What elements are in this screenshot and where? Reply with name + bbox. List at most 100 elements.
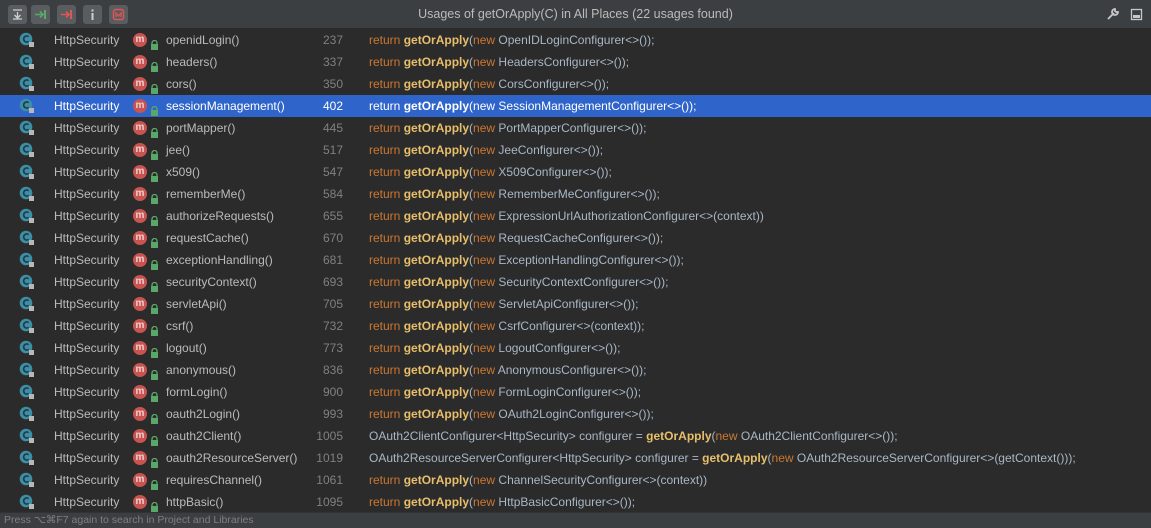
code-snippet: return getOrApply(new ChannelSecurityCon… [369, 473, 708, 487]
class-name: HttpSecurity [54, 275, 120, 289]
status-bar: Press ⌥⌘F7 again to search in Project an… [0, 512, 1151, 528]
usage-row[interactable]: HttpSecurity m csrf() 732 return getOrApply(… [0, 315, 1151, 337]
code-snippet: return getOrApply(new SessionManagementC… [369, 99, 697, 113]
usage-row[interactable]: HttpSecurity m authorizeRequests() 655 retur… [0, 205, 1151, 227]
method-icon: m [133, 77, 147, 91]
lock-icon [150, 409, 159, 424]
class-name: HttpSecurity [54, 165, 120, 179]
keyword-return: return [369, 55, 401, 69]
wrench-icon[interactable] [1105, 6, 1121, 22]
lock-icon [150, 431, 159, 446]
code-snippet: OAuth2ResourceServerConfigurer<HttpSecur… [369, 451, 1076, 465]
method-icon: m [133, 165, 147, 179]
keyword-new: new [473, 165, 496, 179]
keyword-new: new [473, 341, 496, 355]
usage-match: getOrApply [403, 187, 470, 201]
usage-row[interactable]: HttpSecurity m openidLogin() 237 return getO… [0, 29, 1151, 51]
usage-row[interactable]: HttpSecurity m jee() 517 return getOrApply(n… [0, 139, 1151, 161]
keyword-new: new [473, 363, 496, 377]
maximize-icon[interactable] [1128, 6, 1144, 22]
usage-match: getOrApply [403, 275, 470, 289]
method-name: x509() [166, 165, 201, 179]
usage-row[interactable]: HttpSecurity m securityContext() 693 return … [0, 271, 1151, 293]
keyword-new: new [473, 385, 496, 399]
usage-match: getOrApply [403, 495, 470, 509]
class-icon [19, 428, 35, 444]
usage-match: getOrApply [403, 99, 470, 113]
code-suffix: FormLoginConfigurer<>()); [498, 385, 642, 399]
usage-row[interactable]: HttpSecurity m httpBasic() 1095 return getOr… [0, 491, 1151, 513]
usage-match: getOrApply [403, 363, 470, 377]
usage-row[interactable]: HttpSecurity m oauth2Login() 993 return getO… [0, 403, 1151, 425]
usage-row[interactable]: HttpSecurity m exceptionHandling() 681 retur… [0, 249, 1151, 271]
method-icon: m [133, 407, 147, 421]
usage-row[interactable]: HttpSecurity m x509() 547 return getOrApply(… [0, 161, 1151, 183]
method-icon: m [133, 297, 147, 311]
keyword-return: return [369, 165, 401, 179]
usage-row[interactable]: HttpSecurity m rememberMe() 584 return getOr… [0, 183, 1151, 205]
class-icon [19, 208, 35, 224]
method-icon: m [133, 55, 147, 69]
keyword-new: new [473, 473, 496, 487]
method-icon: m [133, 341, 147, 355]
usage-row[interactable]: HttpSecurity m anonymous() 836 return getOrA… [0, 359, 1151, 381]
line-number: 547 [322, 165, 343, 179]
keyword-return: return [369, 407, 401, 421]
code-suffix: SessionManagementConfigurer<>()); [498, 99, 697, 113]
usage-row[interactable]: HttpSecurity m sessionManagement() 402 retur… [0, 95, 1151, 117]
class-name: HttpSecurity [54, 77, 120, 91]
class-name: HttpSecurity [54, 121, 120, 135]
usage-row[interactable]: HttpSecurity m requiresChannel() 1061 return… [0, 469, 1151, 491]
code-prefix: OAuth2ResourceServerConfigurer<HttpSecur… [369, 451, 703, 465]
code-snippet: return getOrApply(new HeadersConfigurer<… [369, 55, 630, 69]
usage-row[interactable]: HttpSecurity m oauth2ResourceServer() 1019 O… [0, 447, 1151, 469]
code-snippet: return getOrApply(new LogoutConfigurer<>… [369, 341, 621, 355]
usage-match: getOrApply [403, 77, 470, 91]
usage-row[interactable]: HttpSecurity m oauth2Client() 1005 OAuth2Cli… [0, 425, 1151, 447]
method-icon: m [133, 363, 147, 377]
usage-row[interactable]: HttpSecurity m servletApi() 705 return getOr… [0, 293, 1151, 315]
line-number: 836 [322, 363, 343, 377]
keyword-new: new [473, 231, 496, 245]
method-name: anonymous() [166, 363, 237, 377]
usage-row[interactable]: HttpSecurity m logout() 773 return getOrAppl… [0, 337, 1151, 359]
usage-row[interactable]: HttpSecurity m formLogin() 900 return getOrA… [0, 381, 1151, 403]
class-name: HttpSecurity [54, 99, 120, 113]
code-suffix: ExceptionHandlingConfigurer<>()); [498, 253, 684, 267]
lock-icon [150, 101, 159, 116]
line-number: 445 [322, 121, 343, 135]
class-name: HttpSecurity [54, 451, 120, 465]
method-icon: m [133, 121, 147, 135]
method-name: oauth2Login() [166, 407, 241, 421]
usage-row[interactable]: HttpSecurity m portMapper() 445 return getOr… [0, 117, 1151, 139]
code-snippet: return getOrApply(new X509Configurer<>()… [369, 165, 612, 179]
method-name: httpBasic() [166, 495, 224, 509]
keyword-new: new [473, 187, 496, 201]
usage-match: getOrApply [403, 121, 470, 135]
code-snippet: return getOrApply(new ServletApiConfigur… [369, 297, 639, 311]
line-number: 705 [322, 297, 343, 311]
class-name: HttpSecurity [54, 385, 120, 399]
keyword-return: return [369, 187, 401, 201]
code-suffix: LogoutConfigurer<>()); [498, 341, 621, 355]
code-suffix: SecurityContextConfigurer<>()); [498, 275, 669, 289]
usage-match: getOrApply [403, 341, 470, 355]
code-suffix: OpenIDLoginConfigurer<>()); [498, 33, 655, 47]
code-suffix: OAuth2ResourceServerConfigurer<>(getCont… [796, 451, 1076, 465]
code-suffix: RequestCacheConfigurer<>()); [498, 231, 664, 245]
code-suffix: HeadersConfigurer<>()); [498, 55, 630, 69]
usage-row[interactable]: HttpSecurity m headers() 337 return getOrApp… [0, 51, 1151, 73]
class-name: HttpSecurity [54, 209, 120, 223]
class-icon [19, 494, 35, 510]
line-number: 237 [322, 33, 343, 47]
usages-toolbar: Usages of getOrApply(C) in All Places (2… [0, 0, 1151, 29]
line-number: 1005 [316, 429, 343, 443]
line-number: 337 [322, 55, 343, 69]
usage-row[interactable]: HttpSecurity m requestCache() 670 return get… [0, 227, 1151, 249]
class-icon [19, 384, 35, 400]
method-icon: m [133, 187, 147, 201]
keyword-return: return [369, 363, 401, 377]
method-name: securityContext() [166, 275, 257, 289]
class-icon [19, 32, 35, 48]
usage-row[interactable]: HttpSecurity m cors() 350 return getOrApply(… [0, 73, 1151, 95]
